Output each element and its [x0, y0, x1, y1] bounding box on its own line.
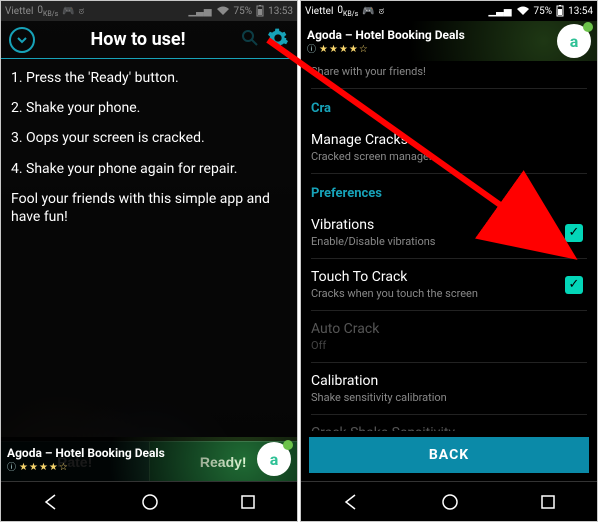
howto-outro: Fool your friends with this simple app a… — [11, 190, 287, 226]
section-preferences: Preferences — [311, 186, 587, 201]
manage-title: Manage Cracks — [311, 132, 587, 148]
auto-title: Auto Crack — [311, 321, 587, 337]
touch-title: Touch To Crack — [311, 269, 587, 285]
touch-sub: Cracks when you touch the screen — [311, 287, 587, 300]
ad-title: Agoda – Hotel Booking Deals — [7, 446, 257, 460]
settings-scroll[interactable]: Share with your friends! Cra Manage Crac… — [301, 61, 597, 431]
nav-recent-icon[interactable] — [239, 493, 257, 511]
item-crack-sensitivity: Crack Shake Sensitivity 4 Soft — [311, 415, 587, 431]
howto-header: How to use! — [1, 21, 297, 59]
vib-sub: Enable/Disable vibrations — [311, 235, 587, 248]
howto-title: How to use! — [35, 29, 241, 50]
crack-sens-title: Crack Shake Sensitivity — [311, 425, 587, 431]
nav-recent-icon[interactable] — [539, 493, 557, 511]
auto-sub: Off — [311, 339, 587, 352]
step-2: 2. Shake your phone. — [11, 99, 287, 117]
howto-overlay: How to use! 1. Press the 'Ready' button.… — [1, 21, 297, 481]
nav-back-icon[interactable] — [341, 492, 361, 512]
step-3: 3. Oops your screen is cracked. — [11, 129, 287, 147]
phone-right: Viettel 0KB/s 🎮 ಠ ▁▃▅ 75% 13:54 Agoda – … — [300, 0, 598, 522]
item-calibration[interactable]: Calibration Shake sensitivity calibratio… — [311, 363, 587, 415]
manage-sub: Cracked screen manager — [311, 150, 587, 163]
share-item[interactable]: Share with your friends! — [311, 61, 587, 89]
flame-icon: ಠ — [379, 6, 384, 17]
settings-screen: Agoda – Hotel Booking Deals ⓘ★★★★☆ a Sha… — [301, 21, 597, 481]
ad-rating: ⓘ★★★★☆ — [7, 460, 257, 473]
gear-icon[interactable] — [267, 27, 289, 53]
gamepad-icon: 🎮 — [362, 6, 374, 17]
data-rate: 0KB/s — [337, 5, 358, 18]
section-cracks: Cra — [311, 101, 587, 116]
vib-title: Vibrations — [311, 217, 587, 233]
touch-checkbox[interactable]: ✓ — [565, 276, 583, 294]
item-auto-crack: Auto Crack Off — [311, 311, 587, 363]
item-manage-cracks[interactable]: Manage Cracks Cracked screen manager — [311, 122, 587, 174]
howto-body: 1. Press the 'Ready' button. 2. Shake yo… — [1, 59, 297, 248]
item-touch-to-crack[interactable]: Touch To Crack Cracks when you touch the… — [311, 259, 587, 311]
calib-title: Calibration — [311, 373, 587, 389]
ad-logo: a — [557, 24, 591, 58]
battery-pct: 75% — [534, 6, 553, 17]
step-1: 1. Press the 'Ready' button. — [11, 69, 287, 87]
collapse-icon[interactable] — [9, 27, 35, 53]
android-nav — [1, 481, 297, 521]
phone-left: Viettel 0KB/s 🎮 ಠ ▁▃▅ 75% 13:53 How to u… — [0, 0, 298, 522]
ad-title: Agoda – Hotel Booking Deals — [307, 28, 557, 42]
ad-banner[interactable]: Agoda – Hotel Booking Deals ⓘ★★★★☆ a — [301, 21, 597, 61]
nav-back-icon[interactable] — [41, 492, 61, 512]
nav-home-icon[interactable] — [440, 492, 460, 512]
nav-home-icon[interactable] — [140, 492, 160, 512]
item-vibrations[interactable]: Vibrations Enable/Disable vibrations ✓ — [311, 207, 587, 259]
share-sub: Share with your friends! — [311, 65, 587, 78]
android-nav — [301, 481, 597, 521]
vibrations-checkbox[interactable]: ✓ — [565, 224, 583, 242]
clock: 13:54 — [568, 6, 593, 17]
carrier-label: Viettel — [305, 6, 333, 17]
battery-icon — [556, 5, 564, 17]
signal-icon: ▁▃▅ — [488, 6, 511, 17]
ad-logo: a — [257, 442, 291, 476]
ad-rating: ⓘ★★★★☆ — [307, 42, 557, 55]
wifi-icon — [516, 6, 530, 16]
calib-sub: Shake sensitivity calibration — [311, 391, 587, 404]
status-bar: Viettel 0KB/s 🎮 ಠ ▁▃▅ 75% 13:54 — [301, 1, 597, 21]
back-button[interactable]: BACK — [309, 437, 589, 473]
search-icon[interactable] — [241, 29, 259, 51]
ad-banner[interactable]: Agoda – Hotel Booking Deals ⓘ★★★★☆ a — [1, 437, 297, 481]
step-4: 4. Shake your phone again for repair. — [11, 160, 287, 178]
